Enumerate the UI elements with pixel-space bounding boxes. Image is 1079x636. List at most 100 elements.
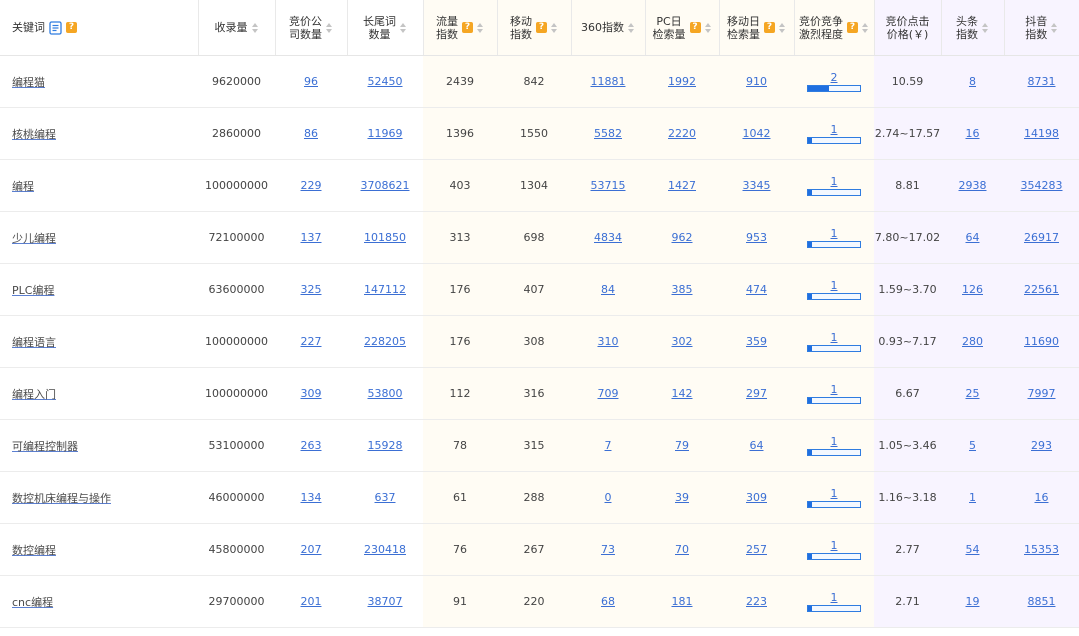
- douyin-link[interactable]: 11690: [1024, 335, 1059, 348]
- longtail-link[interactable]: 52450: [368, 75, 403, 88]
- help-icon[interactable]: ?: [536, 22, 547, 33]
- competition-link[interactable]: 1: [831, 383, 838, 396]
- pc-daily-link[interactable]: 302: [672, 335, 693, 348]
- index360-link[interactable]: 53715: [591, 179, 626, 192]
- longtail-link[interactable]: 147112: [364, 283, 406, 296]
- index360-link[interactable]: 709: [598, 387, 619, 400]
- douyin-link[interactable]: 14198: [1024, 127, 1059, 140]
- toutiao-link[interactable]: 280: [962, 335, 983, 348]
- competition-link[interactable]: 1: [831, 123, 838, 136]
- keyword-link[interactable]: cnc编程: [12, 596, 53, 609]
- longtail-link[interactable]: 637: [375, 491, 396, 504]
- toutiao-link[interactable]: 5: [969, 439, 976, 452]
- mobile-daily-link[interactable]: 474: [746, 283, 767, 296]
- mobile-daily-link[interactable]: 953: [746, 231, 767, 244]
- col-mobile[interactable]: 移动 指数 ?: [497, 0, 572, 56]
- col-pc-daily[interactable]: PC日 检索量 ?: [645, 0, 720, 56]
- toutiao-link[interactable]: 1: [969, 491, 976, 504]
- longtail-link[interactable]: 53800: [368, 387, 403, 400]
- pc-daily-link[interactable]: 142: [672, 387, 693, 400]
- douyin-link[interactable]: 293: [1031, 439, 1052, 452]
- longtail-link[interactable]: 230418: [364, 543, 406, 556]
- douyin-link[interactable]: 7997: [1028, 387, 1056, 400]
- sort-icon[interactable]: [862, 22, 869, 34]
- index360-link[interactable]: 0: [605, 491, 612, 504]
- pc-daily-link[interactable]: 181: [672, 595, 693, 608]
- col-index-count[interactable]: 收录量: [198, 0, 276, 56]
- competition-link[interactable]: 1: [831, 175, 838, 188]
- export-doc-icon[interactable]: [49, 20, 62, 35]
- bid-companies-link[interactable]: 207: [301, 543, 322, 556]
- col-traffic[interactable]: 流量 指数 ?: [423, 0, 498, 56]
- pc-daily-link[interactable]: 79: [675, 439, 689, 452]
- sort-icon[interactable]: [704, 22, 712, 34]
- toutiao-link[interactable]: 16: [966, 127, 980, 140]
- pc-daily-link[interactable]: 1992: [668, 75, 696, 88]
- douyin-link[interactable]: 22561: [1024, 283, 1059, 296]
- mobile-daily-link[interactable]: 3345: [743, 179, 771, 192]
- mobile-daily-link[interactable]: 257: [746, 543, 767, 556]
- index360-link[interactable]: 11881: [591, 75, 626, 88]
- keyword-link[interactable]: PLC编程: [12, 284, 54, 297]
- bid-companies-link[interactable]: 96: [304, 75, 318, 88]
- bid-companies-link[interactable]: 137: [301, 231, 322, 244]
- pc-daily-link[interactable]: 385: [672, 283, 693, 296]
- help-icon[interactable]: ?: [689, 22, 701, 33]
- mobile-daily-link[interactable]: 223: [746, 595, 767, 608]
- keyword-link[interactable]: 编程入门: [12, 388, 56, 401]
- douyin-link[interactable]: 15353: [1024, 543, 1059, 556]
- competition-link[interactable]: 1: [831, 227, 838, 240]
- sort-icon[interactable]: [400, 22, 407, 34]
- toutiao-link[interactable]: 19: [966, 595, 980, 608]
- col-longtail[interactable]: 长尾词 数量: [347, 0, 424, 56]
- help-icon[interactable]: ?: [66, 22, 77, 33]
- longtail-link[interactable]: 11969: [368, 127, 403, 140]
- mobile-daily-link[interactable]: 309: [746, 491, 767, 504]
- bid-companies-link[interactable]: 325: [301, 283, 322, 296]
- douyin-link[interactable]: 354283: [1021, 179, 1063, 192]
- keyword-link[interactable]: 核桃编程: [12, 128, 56, 141]
- col-bid-companies[interactable]: 竞价公 司数量: [275, 0, 348, 56]
- col-competition[interactable]: 竞价竞争 激烈程度 ?: [794, 0, 875, 56]
- competition-link[interactable]: 1: [831, 331, 838, 344]
- keyword-link[interactable]: 编程猫: [12, 76, 45, 89]
- douyin-link[interactable]: 8851: [1028, 595, 1056, 608]
- pc-daily-link[interactable]: 962: [672, 231, 693, 244]
- index360-link[interactable]: 73: [601, 543, 615, 556]
- competition-link[interactable]: 1: [831, 539, 838, 552]
- toutiao-link[interactable]: 25: [966, 387, 980, 400]
- longtail-link[interactable]: 228205: [364, 335, 406, 348]
- sort-icon[interactable]: [779, 22, 786, 34]
- douyin-link[interactable]: 8731: [1028, 75, 1056, 88]
- keyword-link[interactable]: 数控编程: [12, 544, 56, 557]
- sort-icon[interactable]: [326, 22, 333, 34]
- competition-link[interactable]: 1: [831, 487, 838, 500]
- bid-companies-link[interactable]: 134: [301, 491, 322, 504]
- toutiao-link[interactable]: 2938: [959, 179, 987, 192]
- mobile-daily-link[interactable]: 1042: [743, 127, 771, 140]
- mobile-daily-link[interactable]: 64: [750, 439, 764, 452]
- pc-daily-link[interactable]: 1427: [668, 179, 696, 192]
- toutiao-link[interactable]: 54: [966, 543, 980, 556]
- sort-icon[interactable]: [477, 22, 484, 34]
- col-mobile-daily[interactable]: 移动日 检索量 ?: [719, 0, 795, 56]
- toutiao-link[interactable]: 8: [969, 75, 976, 88]
- competition-link[interactable]: 1: [831, 279, 838, 292]
- keyword-link[interactable]: 编程语言: [12, 336, 56, 349]
- mobile-daily-link[interactable]: 910: [746, 75, 767, 88]
- bid-companies-link[interactable]: 229: [301, 179, 322, 192]
- sort-icon[interactable]: [982, 22, 989, 34]
- pc-daily-link[interactable]: 2220: [668, 127, 696, 140]
- index360-link[interactable]: 84: [601, 283, 615, 296]
- keyword-link[interactable]: 数控机床编程与操作: [12, 492, 111, 505]
- help-icon[interactable]: ?: [847, 22, 858, 33]
- keyword-link[interactable]: 编程: [12, 180, 34, 193]
- toutiao-link[interactable]: 126: [962, 283, 983, 296]
- longtail-link[interactable]: 15928: [368, 439, 403, 452]
- competition-link[interactable]: 2: [831, 71, 838, 84]
- bid-companies-link[interactable]: 86: [304, 127, 318, 140]
- longtail-link[interactable]: 3708621: [361, 179, 410, 192]
- keyword-link[interactable]: 可编程控制器: [12, 440, 78, 453]
- index360-link[interactable]: 310: [598, 335, 619, 348]
- bid-companies-link[interactable]: 227: [301, 335, 322, 348]
